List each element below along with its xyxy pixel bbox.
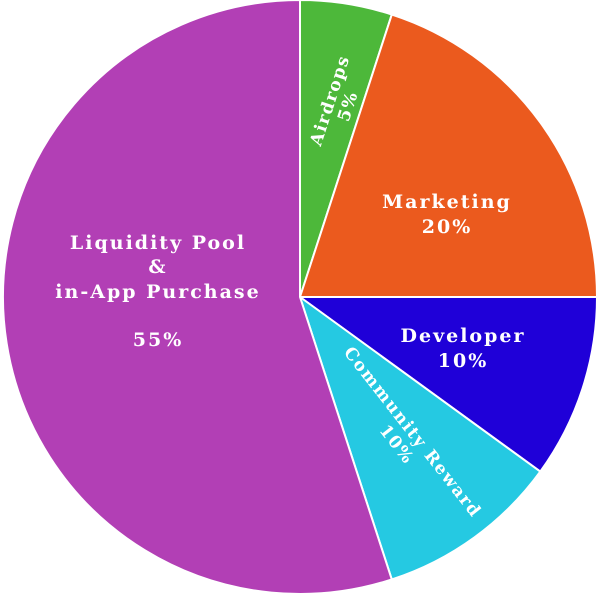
- marketing-value-text: 20%: [422, 216, 473, 238]
- developer-label-text: Developer: [401, 325, 526, 347]
- liquidity-value-text: 55%: [133, 329, 184, 351]
- liquidity-label-line-3: in-App Purchase: [55, 281, 260, 303]
- pie-chart: Airdrops 5% Marketing 20% Developer 10% …: [0, 0, 600, 600]
- liquidity-label-line-2: &: [148, 256, 167, 278]
- liquidity-label-line-1: Liquidity Pool: [70, 232, 246, 254]
- pie-chart-svg: Airdrops 5% Marketing 20% Developer 10% …: [2, 0, 599, 595]
- marketing-label-text: Marketing: [382, 191, 512, 213]
- developer-value-text: 10%: [438, 350, 489, 372]
